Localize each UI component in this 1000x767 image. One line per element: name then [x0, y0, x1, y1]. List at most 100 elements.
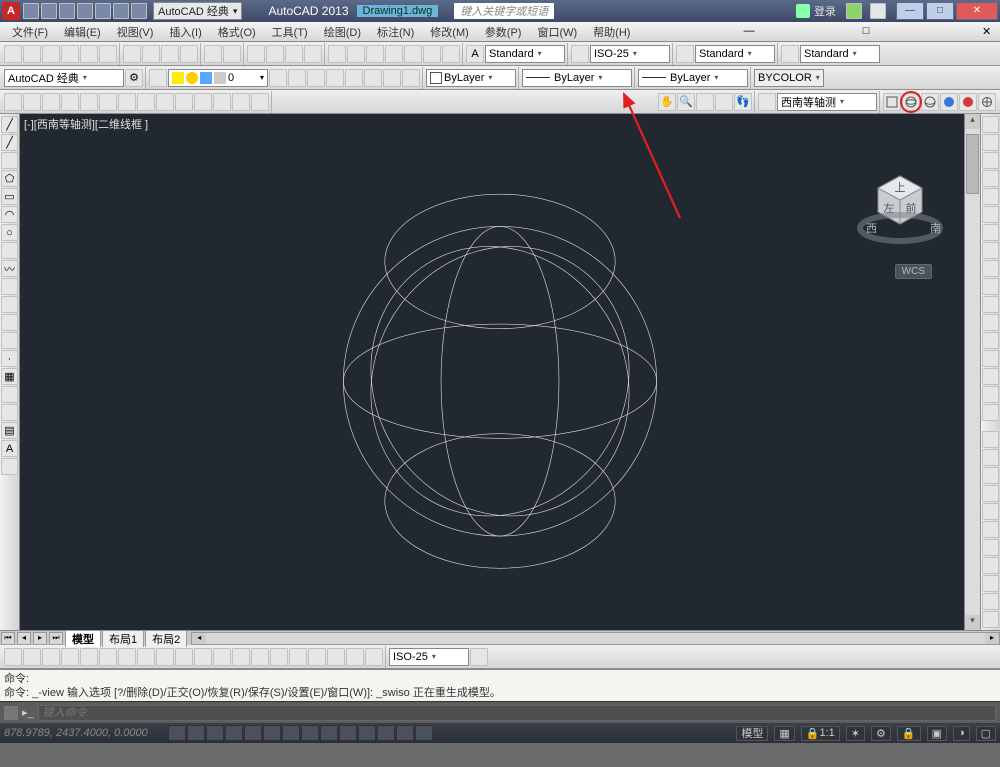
- vs-2dwire-icon[interactable]: [883, 93, 901, 111]
- snap-toggle[interactable]: [168, 725, 186, 741]
- dim-tedit-icon[interactable]: [346, 648, 364, 666]
- gradient-icon[interactable]: [1, 386, 18, 403]
- blend-icon[interactable]: [982, 386, 999, 403]
- open-icon[interactable]: [23, 45, 41, 63]
- redo-icon[interactable]: [223, 45, 241, 63]
- dim-update-icon[interactable]: [365, 648, 383, 666]
- offset-icon[interactable]: [982, 170, 999, 187]
- grid-icon[interactable]: ▦: [774, 726, 794, 741]
- plotstyle-selector[interactable]: BYCOLOR: [754, 69, 824, 87]
- dimstyle-icon[interactable]: [571, 45, 589, 63]
- edit-pline-icon[interactable]: [982, 557, 999, 574]
- mtext-icon[interactable]: A: [1, 440, 18, 457]
- scroll-thumb[interactable]: [966, 134, 979, 194]
- mleaderstyle-icon[interactable]: [781, 45, 799, 63]
- edit-hatch-icon[interactable]: [982, 593, 999, 610]
- viewport-poly-icon[interactable]: [42, 93, 60, 111]
- named-views-icon[interactable]: [4, 93, 22, 111]
- textstyle-icon[interactable]: A: [466, 45, 484, 63]
- qat-saveas-icon[interactable]: [77, 3, 93, 19]
- dimstyle-selector[interactable]: ISO-25: [590, 45, 670, 63]
- viewport-convert-icon[interactable]: [61, 93, 79, 111]
- pan2-icon[interactable]: ✋: [658, 93, 676, 111]
- markup-icon[interactable]: [404, 45, 422, 63]
- qat-redo-icon[interactable]: [131, 3, 147, 19]
- vs-conceptual-icon[interactable]: [959, 93, 977, 111]
- menu-modify[interactable]: 修改(M): [422, 24, 477, 40]
- viewport-restore-icon[interactable]: [137, 93, 155, 111]
- toolbar-lock-icon[interactable]: 🔒: [897, 726, 921, 741]
- spline-icon[interactable]: 〰: [1, 260, 18, 277]
- block-icon[interactable]: [1, 332, 18, 349]
- hatch-icon[interactable]: ▦: [1, 368, 18, 385]
- dim-angular-icon[interactable]: [137, 648, 155, 666]
- scale-icon[interactable]: [982, 242, 999, 259]
- menu-draw[interactable]: 绘图(D): [316, 24, 369, 40]
- dim-edit-icon[interactable]: [327, 648, 345, 666]
- rectangle-icon[interactable]: ▭: [1, 188, 18, 205]
- layer-manager-icon[interactable]: [149, 69, 167, 87]
- menu-window[interactable]: 窗口(W): [529, 24, 585, 40]
- join-icon[interactable]: [982, 332, 999, 349]
- tab-first-icon[interactable]: ⏮: [1, 632, 15, 645]
- ortho-toggle[interactable]: [206, 725, 224, 741]
- menu-help[interactable]: 帮助(H): [585, 24, 638, 40]
- pan-icon[interactable]: [247, 45, 265, 63]
- layer-make-current-icon[interactable]: [383, 69, 401, 87]
- reverse-icon[interactable]: [982, 539, 999, 556]
- joinall-icon[interactable]: [982, 521, 999, 538]
- dim-quick-icon[interactable]: [156, 648, 174, 666]
- paste-icon[interactable]: [161, 45, 179, 63]
- copy-icon[interactable]: [142, 45, 160, 63]
- menu-format[interactable]: 格式(O): [210, 24, 264, 40]
- layer-match-icon[interactable]: [402, 69, 420, 87]
- maximize-button[interactable]: □: [926, 2, 954, 20]
- menu-file[interactable]: 文件(F): [4, 24, 56, 40]
- qat-open-icon[interactable]: [41, 3, 57, 19]
- zoom-window-icon[interactable]: [285, 45, 303, 63]
- tab-last-icon[interactable]: ⏭: [49, 632, 63, 645]
- toolpalettes-icon[interactable]: [366, 45, 384, 63]
- viewport-new-icon[interactable]: [194, 93, 212, 111]
- insert-icon[interactable]: [1, 314, 18, 331]
- matchprop-icon[interactable]: [180, 45, 198, 63]
- workspace-combo[interactable]: AutoCAD 经典: [4, 69, 124, 87]
- draworder-icon[interactable]: [982, 431, 999, 448]
- edit-spline-icon[interactable]: [982, 575, 999, 592]
- fillet-icon[interactable]: [982, 368, 999, 385]
- layer-off-icon[interactable]: [364, 69, 382, 87]
- hscroll-right-icon[interactable]: ▸: [985, 633, 999, 644]
- lineweight-selector[interactable]: ByLayer: [638, 69, 748, 87]
- minimize-button[interactable]: —: [896, 2, 924, 20]
- viewport-named-icon[interactable]: [175, 93, 193, 111]
- mirror-icon[interactable]: [982, 152, 999, 169]
- vs-realistic-icon[interactable]: [940, 93, 958, 111]
- polar-toggle[interactable]: [225, 725, 243, 741]
- publish-icon[interactable]: [99, 45, 117, 63]
- mleaderstyle-selector[interactable]: Standard: [800, 45, 880, 63]
- plot-icon[interactable]: [61, 45, 79, 63]
- tablestyle-icon[interactable]: [676, 45, 694, 63]
- arc-icon[interactable]: ◠: [1, 206, 18, 223]
- horizontal-scrollbar[interactable]: ◂ ▸: [191, 632, 1000, 645]
- ws-switch-icon[interactable]: ⚙: [871, 726, 891, 741]
- array-icon[interactable]: [982, 188, 999, 205]
- help-icon[interactable]: ?: [870, 3, 886, 19]
- layer-unisolate-icon[interactable]: [326, 69, 344, 87]
- doc-restore-icon[interactable]: □: [863, 25, 877, 39]
- 3dosnap-toggle[interactable]: [263, 725, 281, 741]
- point-icon[interactable]: ·: [1, 350, 18, 367]
- zoom-realtime-icon[interactable]: [266, 45, 284, 63]
- orbit-free-icon[interactable]: [715, 93, 733, 111]
- qp-toggle[interactable]: [377, 725, 395, 741]
- edit-array-icon[interactable]: [982, 611, 999, 628]
- sheetset-icon[interactable]: [385, 45, 403, 63]
- user-login[interactable]: 登录: [796, 3, 836, 19]
- chamfer-icon[interactable]: [982, 350, 999, 367]
- copy2-icon[interactable]: [982, 134, 999, 151]
- viewport-scale-icon[interactable]: [99, 93, 117, 111]
- command-history[interactable]: 命令: 命令: _-view 输入选项 [?/删除(D)/正交(O)/恢复(R)…: [0, 669, 1000, 701]
- region-icon[interactable]: [1, 404, 18, 421]
- rotate-icon[interactable]: [982, 224, 999, 241]
- qat-undo-icon[interactable]: [113, 3, 129, 19]
